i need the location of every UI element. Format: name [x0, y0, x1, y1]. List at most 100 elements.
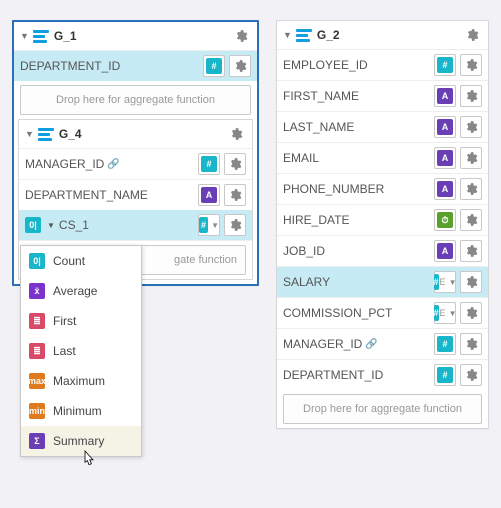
- settings-button[interactable]: [462, 25, 482, 45]
- gear-icon: [228, 157, 242, 171]
- key-link-icon: 🔗: [365, 339, 377, 350]
- type-button[interactable]: #▼: [198, 214, 220, 236]
- settings-button[interactable]: [460, 85, 482, 107]
- gear-icon: [464, 275, 478, 289]
- field-row[interactable]: MANAGER_ID🔗 #: [19, 149, 252, 180]
- menu-item-summary[interactable]: Σ Summary: [21, 426, 141, 456]
- gear-icon: [464, 213, 478, 227]
- aggregate-drop-zone[interactable]: Drop here for aggregate function: [20, 85, 251, 115]
- field-label: DEPARTMENT_NAME: [25, 188, 194, 202]
- aggregate-function-menu[interactable]: 0| Count x̄ Average ≣ First ≣ Last max M…: [20, 245, 142, 457]
- hash-icon: #: [434, 305, 439, 321]
- hash-icon: #: [434, 274, 439, 290]
- menu-label: First: [53, 314, 76, 328]
- settings-button[interactable]: [460, 54, 482, 76]
- field-row[interactable]: COMMISSION_PCT #E▼: [277, 298, 488, 329]
- field-row[interactable]: HIRE_DATE ⏱: [277, 205, 488, 236]
- menu-item-average[interactable]: x̄ Average: [21, 276, 141, 306]
- collapse-icon[interactable]: ▼: [20, 31, 29, 41]
- gear-icon: [464, 120, 478, 134]
- hash-icon: #: [201, 156, 217, 172]
- settings-button[interactable]: [460, 302, 482, 324]
- settings-button[interactable]: [460, 240, 482, 262]
- dataset-icon: [38, 128, 54, 141]
- menu-item-minimum[interactable]: min Minimum: [21, 396, 141, 426]
- field-row[interactable]: EMPLOYEE_ID #: [277, 50, 488, 81]
- hash-icon: #: [437, 367, 453, 383]
- collapse-icon[interactable]: ▼: [283, 30, 292, 40]
- type-button[interactable]: #: [434, 333, 456, 355]
- settings-button[interactable]: [224, 184, 246, 206]
- letter-a-icon: A: [437, 150, 453, 166]
- gear-icon: [234, 29, 248, 43]
- settings-button[interactable]: [460, 209, 482, 231]
- settings-button[interactable]: [224, 153, 246, 175]
- menu-item-last[interactable]: ≣ Last: [21, 336, 141, 366]
- type-button[interactable]: #E▼: [434, 271, 456, 293]
- settings-button[interactable]: [460, 116, 482, 138]
- field-row[interactable]: JOB_ID A: [277, 236, 488, 267]
- group-g2[interactable]: ▼ G_2 EMPLOYEE_ID # FIRST_NAME A LAST_NA…: [276, 20, 489, 429]
- collapse-icon[interactable]: ▼: [47, 221, 55, 230]
- aggregate-drop-zone[interactable]: Drop here for aggregate function: [283, 394, 482, 424]
- gear-icon: [229, 127, 243, 141]
- hash-icon: #: [437, 57, 453, 73]
- field-row[interactable]: PHONE_NUMBER A: [277, 174, 488, 205]
- settings-button[interactable]: [460, 364, 482, 386]
- menu-label: Count: [53, 254, 85, 268]
- settings-button[interactable]: [460, 271, 482, 293]
- group-title: G_1: [54, 29, 227, 43]
- menu-glyph-icon: max: [29, 373, 45, 389]
- letter-a-icon: A: [437, 181, 453, 197]
- type-button[interactable]: A: [198, 184, 220, 206]
- menu-item-count[interactable]: 0| Count: [21, 246, 141, 276]
- field-label: HIRE_DATE: [283, 213, 430, 227]
- settings-button[interactable]: [460, 333, 482, 355]
- group-header[interactable]: ▼ G_2: [277, 21, 488, 50]
- type-button[interactable]: A: [434, 147, 456, 169]
- field-row[interactable]: DEPARTMENT_ID #: [277, 360, 488, 390]
- type-button[interactable]: A: [434, 85, 456, 107]
- menu-glyph-icon: Σ: [29, 433, 45, 449]
- type-button[interactable]: #E▼: [434, 302, 456, 324]
- settings-button[interactable]: [460, 178, 482, 200]
- type-button[interactable]: ⏱: [434, 209, 456, 231]
- type-button[interactable]: #: [198, 153, 220, 175]
- type-button[interactable]: #: [434, 54, 456, 76]
- field-label: DEPARTMENT_ID: [20, 59, 199, 73]
- settings-button[interactable]: [229, 55, 251, 77]
- field-row[interactable]: LAST_NAME A: [277, 112, 488, 143]
- letter-a-icon: A: [437, 119, 453, 135]
- field-row[interactable]: MANAGER_ID🔗 #: [277, 329, 488, 360]
- hash-icon: #: [199, 217, 208, 233]
- settings-button[interactable]: [224, 214, 246, 236]
- menu-item-first[interactable]: ≣ First: [21, 306, 141, 336]
- menu-glyph-icon: x̄: [29, 283, 45, 299]
- field-label: EMAIL: [283, 151, 430, 165]
- type-button[interactable]: #: [203, 55, 225, 77]
- gear-icon: [465, 28, 479, 42]
- menu-glyph-icon: ≣: [29, 343, 45, 359]
- field-row[interactable]: DEPARTMENT_NAME A: [19, 180, 252, 210]
- field-row[interactable]: EMAIL A: [277, 143, 488, 174]
- menu-label: Maximum: [53, 374, 105, 388]
- field-row[interactable]: SALARY #E▼: [277, 267, 488, 298]
- settings-button[interactable]: [460, 147, 482, 169]
- group-title: G_2: [317, 28, 458, 42]
- chevron-down-icon: ▼: [449, 278, 457, 287]
- collapse-icon[interactable]: ▼: [25, 129, 34, 139]
- group-header[interactable]: ▼ G_4: [19, 120, 252, 149]
- gear-icon: [233, 59, 247, 73]
- settings-button[interactable]: [226, 124, 246, 144]
- field-row[interactable]: FIRST_NAME A: [277, 81, 488, 112]
- group-header[interactable]: ▼ G_1: [14, 22, 257, 51]
- type-button[interactable]: A: [434, 240, 456, 262]
- menu-item-maximum[interactable]: max Maximum: [21, 366, 141, 396]
- field-label: SALARY: [283, 275, 430, 289]
- type-button[interactable]: A: [434, 116, 456, 138]
- field-cs1[interactable]: 0| ▼ CS_1 #▼: [19, 210, 252, 241]
- field-row[interactable]: DEPARTMENT_ID #: [14, 51, 257, 81]
- type-button[interactable]: A: [434, 178, 456, 200]
- type-button[interactable]: #: [434, 364, 456, 386]
- settings-button[interactable]: [231, 26, 251, 46]
